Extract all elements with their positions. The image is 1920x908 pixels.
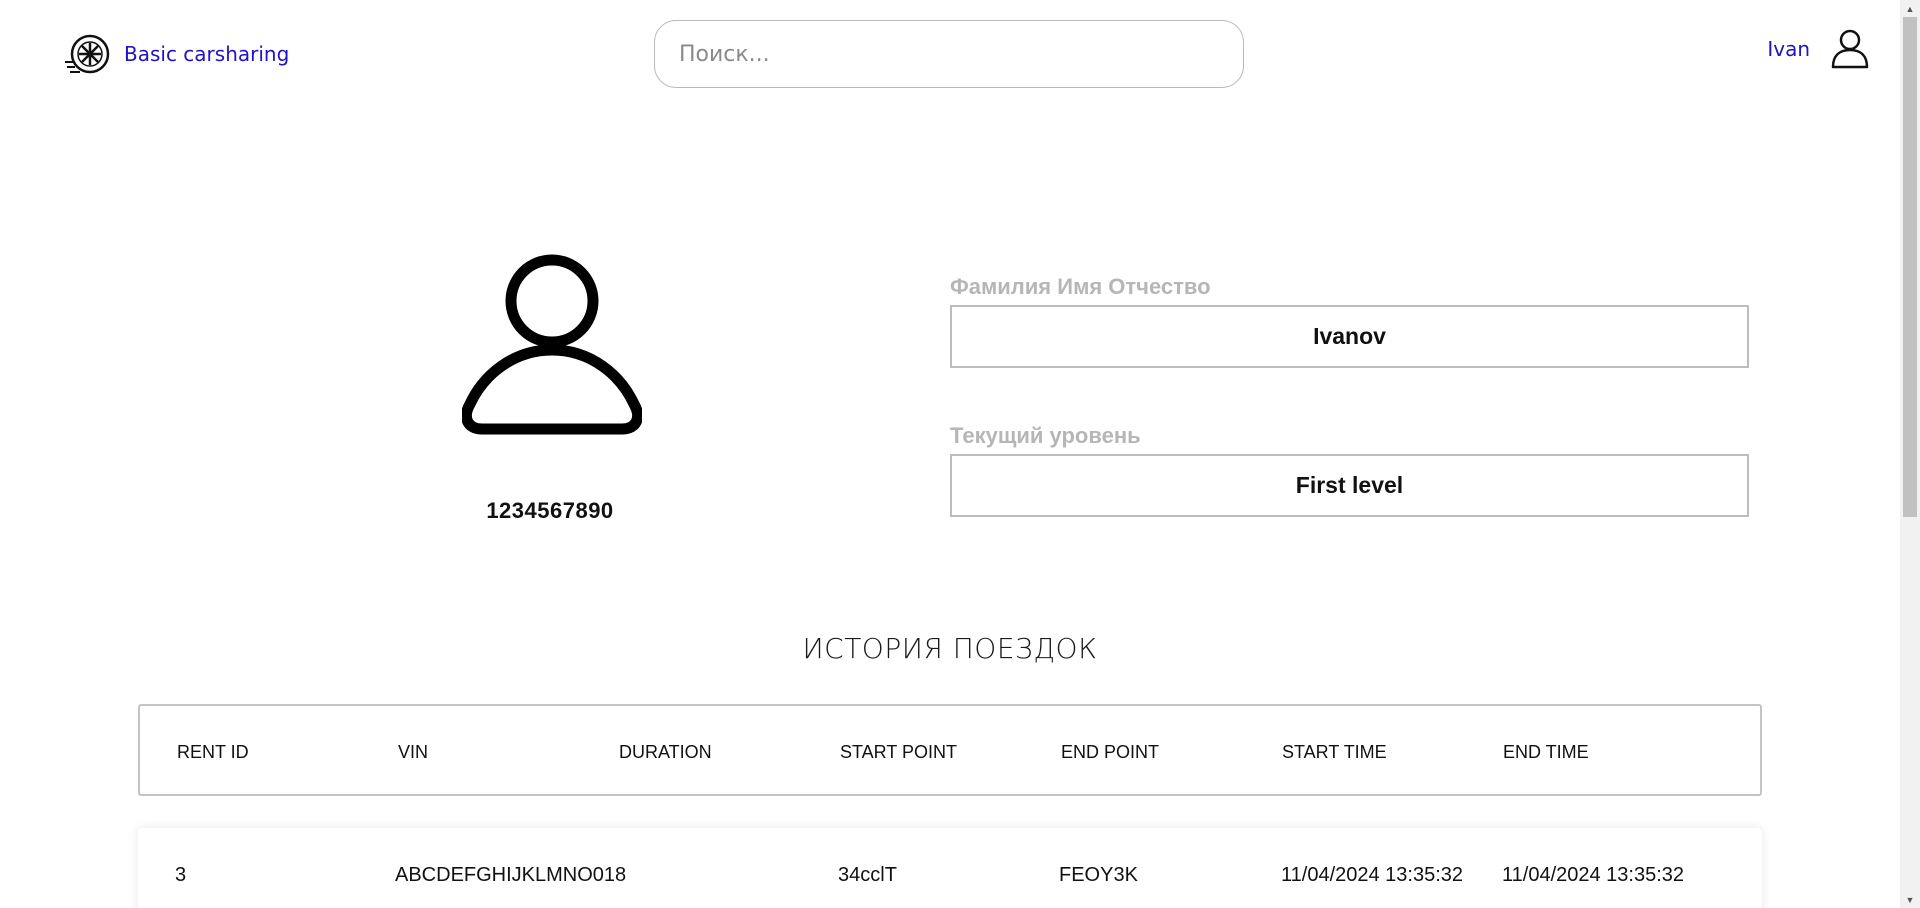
column-header-start-point: START POINT: [840, 742, 958, 762]
brand-link[interactable]: Basic carsharing: [64, 32, 289, 76]
cell-end-time: 11/04/2024 13:35:32: [1502, 864, 1685, 886]
history-title: ИСТОРИЯ ПОЕЗДОК: [802, 632, 1098, 665]
user-icon: [1831, 29, 1869, 69]
profile-page: Basic carsharing Ivan 1234567890 Фамилия…: [0, 0, 1900, 908]
level-label: Текущий уровень: [950, 423, 1141, 448]
cell-rent-id: 3: [175, 864, 187, 886]
vertical-scrollbar[interactable]: ▲ ▼: [1900, 0, 1920, 908]
level-field: First level: [950, 454, 1749, 517]
search-input[interactable]: [654, 20, 1244, 88]
brand-name: Basic carsharing: [124, 42, 290, 66]
column-header-start-time: START TIME: [1282, 742, 1387, 762]
history-table-header: RENT ID VIN DURATION START POINT END POI…: [138, 704, 1762, 796]
wheel-icon: [65, 34, 110, 74]
cell-start-time: 11/04/2024 13:35:32: [1281, 864, 1464, 886]
column-header-rent-id: RENT ID: [177, 742, 249, 762]
user-name: Ivan: [1767, 37, 1810, 61]
full-name-label: Фамилия Имя Отчество: [950, 274, 1211, 299]
scroll-up-arrow-icon[interactable]: ▲: [1900, 0, 1920, 17]
profile-avatar-icon: [462, 254, 642, 435]
cell-vin: ABCDEFGHIJKLMNO018: [395, 864, 627, 886]
full-name-field: Ivanov: [950, 305, 1749, 368]
scrollbar-thumb[interactable]: [1903, 17, 1917, 517]
column-header-end-time: END TIME: [1503, 742, 1589, 762]
cell-end-point: FEOY3K: [1059, 864, 1138, 886]
user-menu[interactable]: Ivan: [1767, 28, 1870, 70]
cell-start-point: 34cclT: [838, 864, 897, 886]
column-header-end-point: END POINT: [1061, 742, 1160, 762]
column-header-vin: VIN: [398, 742, 429, 762]
table-row[interactable]: 3 ABCDEFGHIJKLMNO018 34cclT FEOY3K 11/04…: [138, 828, 1762, 908]
scroll-down-arrow-icon[interactable]: ▼: [1900, 891, 1920, 908]
phone-number: 1234567890: [486, 498, 614, 523]
column-header-duration: DURATION: [619, 742, 712, 762]
